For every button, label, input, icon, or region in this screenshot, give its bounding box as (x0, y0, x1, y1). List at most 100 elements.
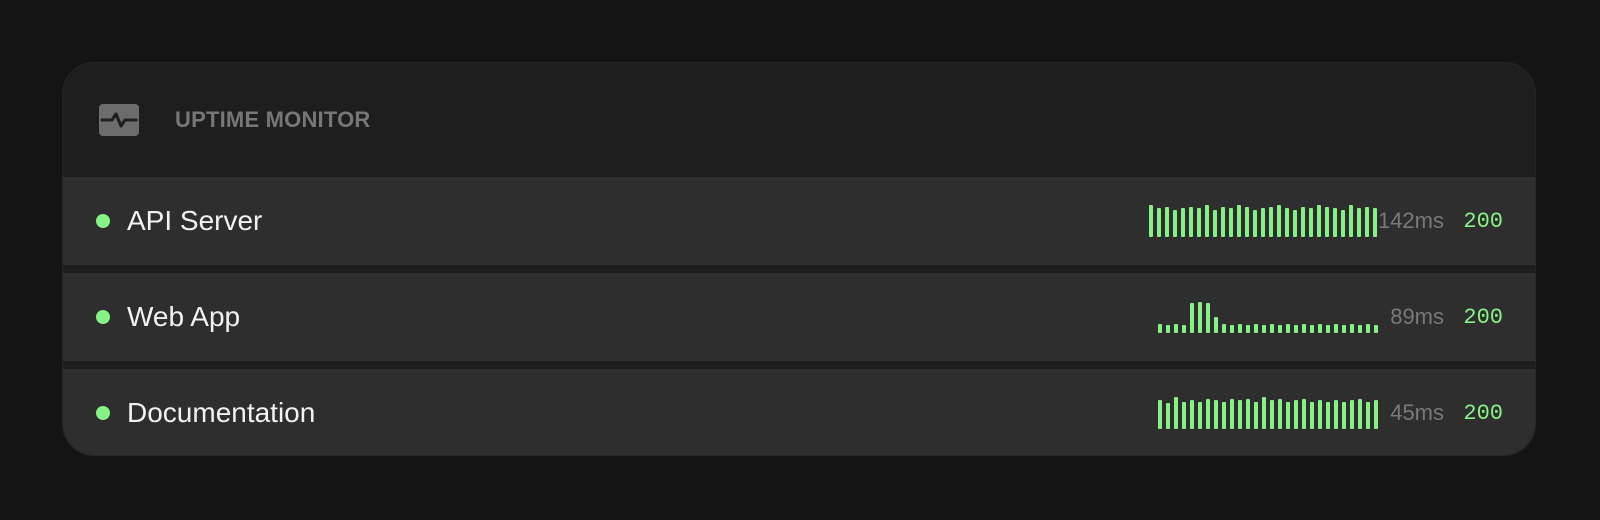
sparkline-bar (1310, 402, 1314, 429)
sparkline-bar (1190, 303, 1194, 333)
sparkline-bar (1206, 399, 1210, 429)
sparkline-bar (1358, 325, 1362, 333)
sparkline-bar (1310, 325, 1314, 333)
sparkline-bar (1325, 207, 1329, 237)
service-name: Documentation (127, 397, 316, 428)
sparkline-bar (1190, 400, 1194, 429)
sparkline-bar (1285, 208, 1289, 237)
sparkline-bar (1342, 325, 1346, 333)
sparkline-bar (1237, 205, 1241, 237)
uptime-monitor-card: UPTIME MONITOR API Server 142ms 200 Web … (62, 62, 1536, 456)
sparkline-bar (1374, 400, 1378, 429)
uptime-history-sparkline (1145, 393, 1378, 433)
sparkline-bar (1221, 207, 1225, 237)
service-name: Web App (127, 301, 241, 332)
sparkline-bar (1365, 207, 1369, 237)
sparkline-bar (1286, 402, 1290, 429)
sparkline-bar (1277, 205, 1281, 237)
service-row-documentation[interactable]: Documentation 45ms 200 (63, 369, 1535, 455)
sparkline-bar (1262, 397, 1266, 429)
sparkline-bar (1238, 324, 1242, 333)
sparkline-bar (1358, 399, 1362, 429)
sparkline-bar (1278, 399, 1282, 429)
sparkline-bar (1238, 400, 1242, 429)
sparkline-bar (1270, 324, 1274, 333)
sparkline-bar (1253, 210, 1257, 237)
sparkline-bar (1174, 397, 1178, 429)
sparkline-bar (1350, 400, 1354, 429)
sparkline-bar (1317, 205, 1321, 237)
sparkline-bar (1222, 402, 1226, 429)
card-header: UPTIME MONITOR (63, 63, 1535, 177)
sparkline-bar (1261, 208, 1265, 237)
sparkline-bar (1222, 324, 1226, 333)
sparkline-bar (1374, 325, 1378, 333)
card-title: UPTIME MONITOR (175, 107, 371, 132)
sparkline-bar (1262, 325, 1266, 333)
sparkline-bar (1270, 400, 1274, 429)
sparkline-bar (1205, 205, 1209, 237)
latency-value: 142ms (1377, 208, 1444, 233)
status-code: 200 (1463, 208, 1503, 234)
sparkline-bar (1158, 324, 1162, 333)
sparkline-bar (1326, 402, 1330, 429)
sparkline-bar (1174, 324, 1178, 333)
sparkline-bar (1366, 402, 1370, 429)
uptime-history-sparkline (1145, 201, 1377, 241)
status-code: 200 (1463, 400, 1503, 426)
sparkline-bar (1213, 210, 1217, 237)
sparkline-bar (1326, 325, 1330, 333)
sparkline-bar (1254, 324, 1258, 333)
service-name: API Server (127, 205, 263, 236)
sparkline-bar (1350, 324, 1354, 333)
sparkline-bar (1366, 324, 1370, 333)
status-dot (96, 406, 110, 420)
sparkline-bar (1278, 325, 1282, 333)
sparkline-bar (1341, 210, 1345, 237)
status-code: 200 (1463, 304, 1503, 330)
sparkline-bar (1214, 317, 1218, 333)
sparkline-bar (1197, 208, 1201, 237)
latency-value: 45ms (1390, 400, 1444, 425)
sparkline-bar (1206, 303, 1210, 333)
sparkline-bar (1294, 325, 1298, 333)
service-row-web-app[interactable]: Web App 89ms 200 (63, 273, 1535, 361)
sparkline-bar (1158, 400, 1162, 429)
sparkline-bar (1254, 402, 1258, 429)
status-dot (96, 310, 110, 324)
sparkline-bar (1229, 208, 1233, 237)
sparkline-bar (1182, 402, 1186, 429)
sparkline-bar (1318, 400, 1322, 429)
sparkline-bar (1373, 208, 1377, 237)
sparkline-bar (1157, 208, 1161, 237)
sparkline-bar (1301, 207, 1305, 237)
uptime-history-sparkline (1145, 297, 1378, 337)
service-list: API Server 142ms 200 Web App 89ms 200 Do… (63, 177, 1535, 455)
sparkline-bar (1293, 210, 1297, 237)
sparkline-bar (1246, 399, 1250, 429)
sparkline-bar (1357, 208, 1361, 237)
sparkline-bar (1342, 402, 1346, 429)
sparkline-bar (1198, 302, 1202, 333)
sparkline-bar (1214, 400, 1218, 429)
sparkline-bar (1294, 400, 1298, 429)
sparkline-bar (1181, 208, 1185, 237)
sparkline-bar (1269, 207, 1273, 237)
sparkline-bar (1165, 207, 1169, 237)
sparkline-bar (1230, 325, 1234, 333)
sparkline-bar (1286, 324, 1290, 333)
sparkline-bar (1349, 205, 1353, 237)
sparkline-bar (1309, 208, 1313, 237)
sparkline-bar (1333, 208, 1337, 237)
service-row-api-server[interactable]: API Server 142ms 200 (63, 177, 1535, 265)
sparkline-bar (1182, 325, 1186, 333)
sparkline-bar (1334, 324, 1338, 333)
status-dot (96, 214, 110, 228)
sparkline-bar (1173, 210, 1177, 237)
sparkline-bar (1245, 207, 1249, 237)
sparkline-bar (1302, 399, 1306, 429)
sparkline-bar (1149, 205, 1153, 237)
sparkline-bar (1246, 325, 1250, 333)
latency-value: 89ms (1390, 304, 1444, 329)
sparkline-bar (1198, 402, 1202, 429)
